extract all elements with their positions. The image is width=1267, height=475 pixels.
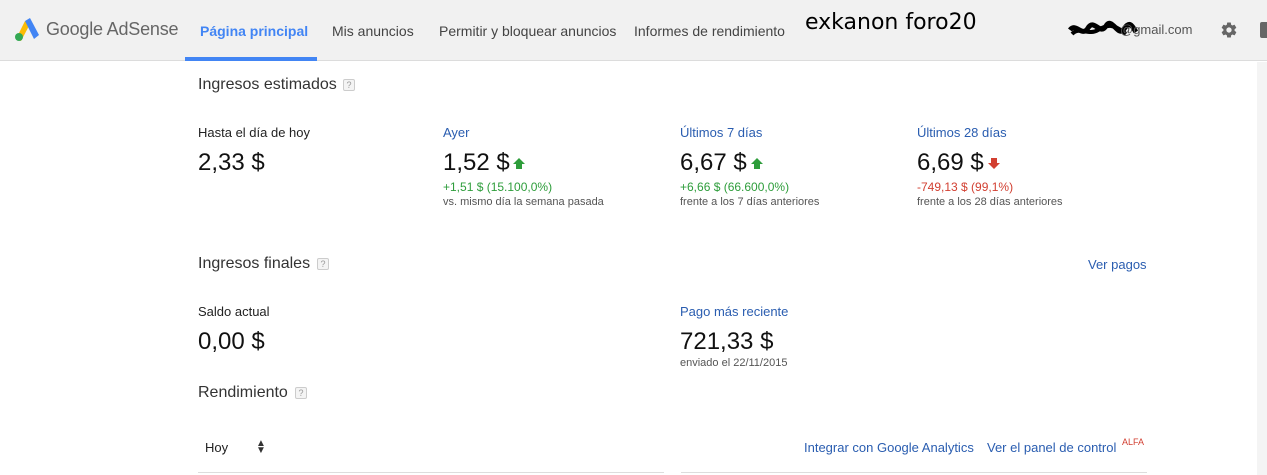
integrate-analytics-link[interactable]: Integrar con Google Analytics xyxy=(804,440,974,455)
today-label: Hasta el día de hoy xyxy=(198,125,311,140)
last-7-days-change: +6,66 $ (66.600,0%) xyxy=(680,180,790,194)
gear-icon[interactable] xyxy=(1220,21,1238,39)
notifications-icon[interactable] xyxy=(1260,22,1267,38)
last-payment-value: 721,33 $ xyxy=(680,328,774,355)
current-balance-label: Saldo actual xyxy=(198,304,270,319)
period-select[interactable]: Hoy xyxy=(205,440,228,455)
nav-home[interactable]: Página principal xyxy=(200,0,308,61)
estimated-earnings-title: Ingresos estimados xyxy=(198,76,337,93)
current-balance-value: 0,00 $ xyxy=(198,328,265,355)
help-icon[interactable]: ? xyxy=(343,79,355,91)
yesterday-change: +1,51 $ (15.100,0%) xyxy=(443,180,553,194)
view-dashboard-link[interactable]: Ver el panel de control xyxy=(987,440,1116,455)
divider xyxy=(198,472,664,473)
select-arrows-icon[interactable]: ▲ ▼ xyxy=(256,439,266,456)
nav-my-ads[interactable]: Mis anuncios xyxy=(332,0,414,61)
alpha-badge: ALFA xyxy=(1122,437,1145,447)
active-tab-indicator xyxy=(185,57,317,61)
trend-up-icon xyxy=(751,158,763,169)
yesterday-link[interactable]: Ayer xyxy=(443,125,470,140)
last-payment-link[interactable]: Pago más reciente xyxy=(680,304,788,319)
nav-allow-block-ads[interactable]: Permitir y bloquear anuncios xyxy=(439,0,616,61)
overlay-annotation-text: exkanon foro20 xyxy=(805,10,977,35)
help-icon[interactable]: ? xyxy=(295,387,307,399)
performance-title: Rendimiento xyxy=(198,384,288,401)
adsense-logo-icon xyxy=(15,18,39,41)
last-28-days-link[interactable]: Últimos 28 días xyxy=(917,125,1007,140)
yesterday-comparison: vs. mismo día la semana pasada xyxy=(443,196,604,208)
last-28-days-value: 6,69 $ xyxy=(917,149,984,176)
see-payments-link[interactable]: Ver pagos xyxy=(1088,257,1147,272)
last-7-days-link[interactable]: Últimos 7 días xyxy=(680,125,762,140)
divider xyxy=(681,472,1147,473)
last-payment-date: enviado el 22/11/2015 xyxy=(680,357,788,369)
account-email[interactable]: @gmail.com xyxy=(1120,22,1192,37)
scrollbar-track[interactable] xyxy=(1257,62,1267,475)
last-7-days-comparison: frente a los 7 días anteriores xyxy=(680,196,820,208)
last-28-days-change: -749,13 $ (99,1%) xyxy=(917,180,1014,194)
yesterday-value: 1,52 $ xyxy=(443,149,510,176)
today-value: 2,33 $ xyxy=(198,149,265,176)
adsense-logo[interactable]: Google AdSense xyxy=(14,17,179,41)
last-28-days-comparison: frente a los 28 días anteriores xyxy=(917,196,1063,208)
trend-up-icon xyxy=(513,158,525,169)
logo-text: Google AdSense xyxy=(46,18,179,39)
trend-down-icon xyxy=(988,158,1000,169)
final-earnings-title: Ingresos finales xyxy=(198,255,311,272)
nav-performance-reports[interactable]: Informes de rendimiento xyxy=(634,0,785,61)
help-icon[interactable]: ? xyxy=(317,258,329,270)
last-7-days-value: 6,67 $ xyxy=(680,149,747,176)
